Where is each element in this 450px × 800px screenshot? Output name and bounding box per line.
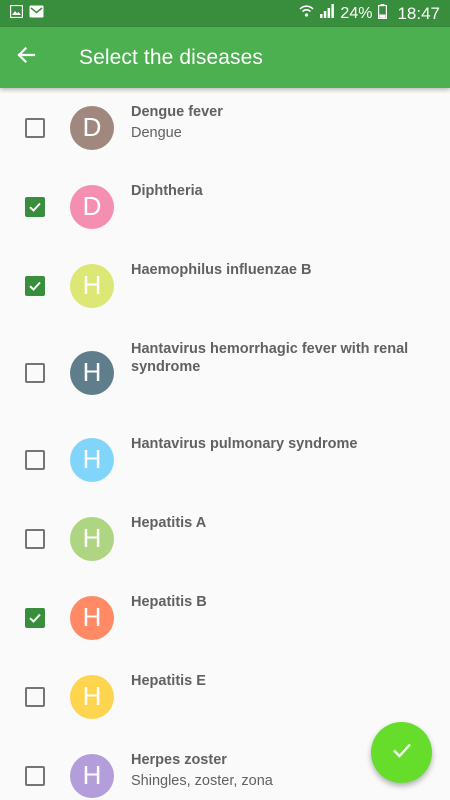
disease-name: Hepatitis A bbox=[131, 515, 207, 531]
disease-name: Dengue fever bbox=[131, 104, 223, 120]
disease-checkbox[interactable] bbox=[25, 765, 45, 786]
disease-avatar: H bbox=[70, 437, 114, 482]
disease-checkbox[interactable] bbox=[25, 449, 45, 470]
disease-row[interactable]: H Hantavirus hemorrhagic fever with renal… bbox=[0, 325, 450, 420]
disease-name: Haemophilus influenzae B bbox=[131, 262, 312, 278]
disease-avatar: H bbox=[70, 263, 114, 308]
back-button[interactable] bbox=[0, 27, 52, 88]
status-bar: 24% 18:47 bbox=[0, 0, 450, 27]
disease-checkbox[interactable] bbox=[25, 528, 45, 549]
disease-name: Hantavirus pulmonary syndrome bbox=[131, 436, 358, 452]
battery-percent: 24% bbox=[340, 4, 373, 22]
disease-avatar: H bbox=[70, 595, 114, 640]
disease-checkbox[interactable] bbox=[25, 362, 45, 383]
disease-avatar: H bbox=[70, 753, 114, 798]
checkmark-icon bbox=[29, 202, 41, 212]
battery-icon bbox=[378, 3, 388, 24]
disease-row[interactable]: H Hepatitis E bbox=[0, 657, 450, 736]
confirm-fab-button[interactable] bbox=[371, 722, 432, 783]
disease-checkbox[interactable] bbox=[25, 275, 45, 296]
disease-row[interactable]: H Haemophilus influenzae B bbox=[0, 246, 450, 325]
disease-row[interactable]: H Hantavirus pulmonary syndrome bbox=[0, 420, 450, 499]
disease-checkbox[interactable] bbox=[25, 686, 45, 707]
disease-row[interactable]: H Hepatitis B bbox=[0, 578, 450, 657]
disease-row[interactable]: D Diphtheria bbox=[0, 167, 450, 246]
checkmark-icon bbox=[29, 281, 41, 291]
disease-avatar: H bbox=[70, 674, 114, 719]
checkmark-icon bbox=[29, 613, 41, 623]
disease-row[interactable]: D Dengue fever Dengue bbox=[0, 88, 450, 167]
status-bar-notifications bbox=[9, 4, 44, 23]
signal-icon bbox=[320, 4, 335, 23]
disease-avatar: H bbox=[70, 516, 114, 561]
app-bar: Select the diseases bbox=[0, 27, 450, 88]
image-notification-icon bbox=[9, 4, 24, 23]
disease-avatar: H bbox=[70, 350, 114, 395]
disease-subtitle: Dengue bbox=[131, 125, 182, 141]
disease-name: Hantavirus hemorrhagic fever with renal … bbox=[131, 341, 409, 375]
check-icon bbox=[391, 739, 413, 766]
disease-row[interactable]: H Hepatitis A bbox=[0, 499, 450, 578]
disease-name: Diphtheria bbox=[131, 183, 203, 199]
disease-checkbox[interactable] bbox=[25, 607, 45, 628]
clock: 18:47 bbox=[397, 3, 440, 23]
disease-avatar: D bbox=[70, 184, 114, 229]
mail-notification-icon bbox=[29, 5, 44, 23]
disease-avatar: D bbox=[70, 105, 114, 150]
disease-checkbox[interactable] bbox=[25, 196, 45, 217]
disease-name: Hepatitis B bbox=[131, 594, 207, 610]
arrow-back-icon bbox=[16, 45, 36, 70]
disease-list[interactable]: D Dengue fever Dengue D Diphtheria H Haemophil… bbox=[0, 88, 450, 800]
disease-checkbox[interactable] bbox=[25, 117, 45, 138]
status-bar-system: 24% 18:47 bbox=[299, 3, 440, 24]
wifi-icon bbox=[299, 4, 314, 23]
page-title: Select the diseases bbox=[79, 45, 264, 69]
disease-name: Hepatitis E bbox=[131, 673, 206, 689]
